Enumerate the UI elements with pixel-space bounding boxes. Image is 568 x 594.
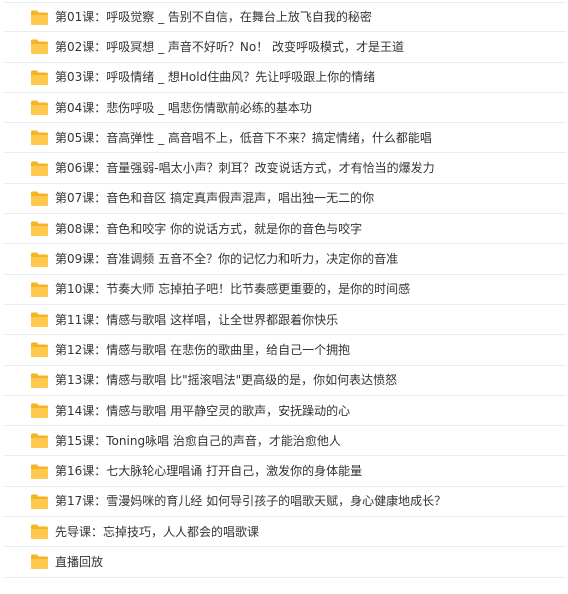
folder-name: 第09课：音准调频 五音不全？你的记忆力和听力，决定你的音准 xyxy=(55,252,399,267)
folder-name: 先导课：忘掉技巧，人人都会的唱歌课 xyxy=(55,524,260,539)
folder-icon xyxy=(31,494,48,509)
folder-icon xyxy=(31,342,48,358)
folder-name: 第15课：Toning咏唱 治愈自己的声音，才能治愈他人 xyxy=(55,433,341,448)
folder-row[interactable]: 第10课：节奏大师 忘掉拍子吧！比节奏感更重要的，是你的时间感 xyxy=(4,275,566,305)
folder-name: 直播回放 xyxy=(55,554,104,569)
folder-icon xyxy=(31,524,48,540)
folder-row[interactable]: 第16课：七大脉轮心理唱诵 打开自己，激发你的身体能量 xyxy=(4,456,566,487)
folder-icon xyxy=(31,312,48,328)
folder-row[interactable]: 第08课：音色和咬字 你的说话方式，就是你的音色与咬字 xyxy=(4,214,566,245)
folder-name: 第17课：雪漫妈咪的育儿经 如何导引孩子的唱歌天赋，身心健康地成长？ xyxy=(55,494,447,509)
folder-row[interactable]: 第11课：情感与歌唱 这样唱，让全世界都跟着你快乐 xyxy=(4,305,566,336)
folder-name: 第02课：呼吸冥想 _ 声音不好听？No！ 改变呼吸模式，才是王道 xyxy=(55,39,405,54)
folder-icon xyxy=(31,221,48,237)
folder-name: 第13课：情感与歌唱 比"摇滚唱法"更高级的是，你如何表达愤怒 xyxy=(55,373,398,388)
folder-name: 第12课：情感与歌唱 在悲伤的歌曲里，给自己一个拥抱 xyxy=(55,342,351,357)
folder-icon xyxy=(31,100,48,116)
folder-icon xyxy=(31,252,48,267)
folder-icon xyxy=(31,433,48,449)
folder-row[interactable]: 第07课：音色和音区 搞定真声假声混声，唱出独一无二的你 xyxy=(4,184,566,215)
folder-row[interactable]: 第12课：情感与歌唱 在悲伤的歌曲里，给自己一个拥抱 xyxy=(4,335,566,366)
folder-name: 第08课：音色和咬字 你的说话方式，就是你的音色与咬字 xyxy=(55,221,363,236)
folder-row[interactable]: 第01课：呼吸觉察 _ 告别不自信，在舞台上放飞自我的秘密 xyxy=(4,2,566,33)
folder-row[interactable]: 第02课：呼吸冥想 _ 声音不好听？No！ 改变呼吸模式，才是王道 xyxy=(4,32,566,63)
folder-name: 第05课：音高弹性 _ 高音唱不上，低音下不来？搞定情绪，什么都能唱 xyxy=(55,130,432,145)
folder-row[interactable]: 直播回放 xyxy=(4,547,566,578)
folder-name: 第04课：悲伤呼吸 _ 唱悲伤情歌前必练的基本功 xyxy=(55,100,312,115)
folder-row[interactable]: 第17课：雪漫妈咪的育儿经 如何导引孩子的唱歌天赋，身心健康地成长？ xyxy=(4,487,566,518)
folder-name: 第03课：呼吸情绪 _ 想Hold住曲风？先让呼吸跟上你的情绪 xyxy=(55,70,376,85)
folder-name: 第01课：呼吸觉察 _ 告别不自信，在舞台上放飞自我的秘密 xyxy=(55,10,372,25)
folder-name: 第07课：音色和音区 搞定真声假声混声，唱出独一无二的你 xyxy=(55,191,375,206)
folder-icon xyxy=(31,10,48,25)
folder-icon xyxy=(31,464,48,479)
folder-list: 第01课：呼吸觉察 _ 告别不自信，在舞台上放飞自我的秘密 第02课：呼吸冥想 … xyxy=(4,2,566,578)
folder-row[interactable]: 第06课：音量强弱-唱太小声？刺耳？改变说话方式，才有恰当的爆发力 xyxy=(4,153,566,184)
folder-row[interactable]: 第15课：Toning咏唱 治愈自己的声音，才能治愈他人 xyxy=(4,426,566,457)
folder-name: 第14课：情感与歌唱 用平静空灵的歌声，安抚躁动的心 xyxy=(55,403,351,418)
folder-row[interactable]: 第13课：情感与歌唱 比"摇滚唱法"更高级的是，你如何表达愤怒 xyxy=(4,366,566,396)
folder-icon xyxy=(31,39,48,55)
folder-icon xyxy=(31,161,48,176)
folder-row[interactable]: 第09课：音准调频 五音不全？你的记忆力和听力，决定你的音准 xyxy=(4,244,566,275)
folder-row[interactable]: 第14课：情感与歌唱 用平静空灵的歌声，安抚躁动的心 xyxy=(4,396,566,427)
folder-row[interactable]: 先导课：忘掉技巧，人人都会的唱歌课 xyxy=(4,517,566,548)
folder-row[interactable]: 第03课：呼吸情绪 _ 想Hold住曲风？先让呼吸跟上你的情绪 xyxy=(4,63,566,93)
folder-icon xyxy=(31,373,48,388)
folder-icon xyxy=(31,403,48,418)
folder-name: 第16课：七大脉轮心理唱诵 打开自己，激发你的身体能量 xyxy=(55,464,363,479)
folder-name: 第10课：节奏大师 忘掉拍子吧！比节奏感更重要的，是你的时间感 xyxy=(55,282,411,297)
folder-icon xyxy=(31,554,48,570)
folder-icon xyxy=(31,191,48,206)
folder-name: 第06课：音量强弱-唱太小声？刺耳？改变说话方式，才有恰当的爆发力 xyxy=(55,161,435,176)
folder-row[interactable]: 第04课：悲伤呼吸 _ 唱悲伤情歌前必练的基本功 xyxy=(4,93,566,124)
folder-icon xyxy=(31,282,48,297)
folder-icon xyxy=(31,70,48,85)
folder-name: 第11课：情感与歌唱 这样唱，让全世界都跟着你快乐 xyxy=(55,312,339,327)
folder-icon xyxy=(31,130,48,146)
folder-row[interactable]: 第05课：音高弹性 _ 高音唱不上，低音下不来？搞定情绪，什么都能唱 xyxy=(4,123,566,154)
